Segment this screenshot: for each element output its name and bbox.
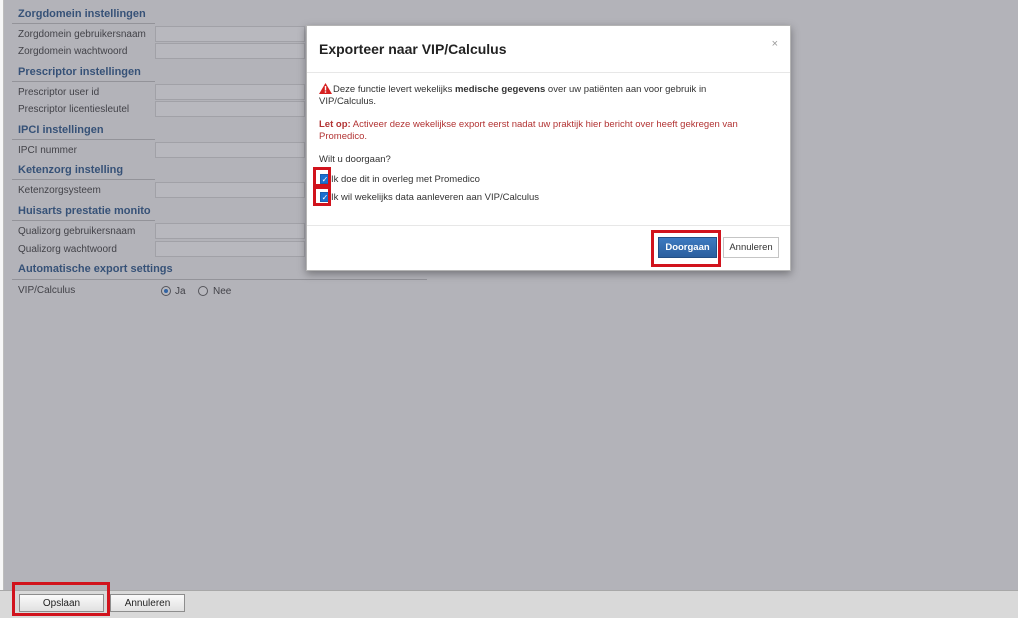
checkbox2-highlight	[313, 186, 331, 206]
modal-title: Exporteer naar VIP/Calculus	[319, 41, 507, 57]
note-text: Let op: Activeer deze wekelijkse export …	[319, 119, 774, 143]
consult-promedico-label: Ik doe dit in overleg met Promedico	[331, 174, 480, 185]
note-label: Let op:	[319, 119, 351, 130]
confirm-question: Wilt u doorgaan?	[319, 154, 391, 165]
close-icon[interactable]: ×	[772, 38, 778, 50]
warning-text-pre: Deze functie levert wekelijks	[333, 84, 455, 95]
modal-cancel-button[interactable]: Annuleren	[723, 237, 779, 258]
save-button-highlight	[12, 582, 110, 616]
warning-text: Deze functie levert wekelijks medische g…	[319, 84, 764, 108]
modal-footer-divider	[307, 225, 790, 226]
modal-header-divider	[307, 72, 790, 73]
note-body: Activeer deze wekelijkse export eerst na…	[319, 119, 738, 142]
continue-button-highlight	[651, 230, 721, 267]
warning-text-bold: medische gegevens	[454, 84, 546, 95]
cancel-button[interactable]: Annuleren	[110, 594, 185, 612]
checkbox1-highlight	[313, 167, 331, 187]
footer-bar: Opslaan Annuleren	[0, 590, 1018, 618]
weekly-data-label: Ik wil wekelijks data aanleveren aan VIP…	[331, 192, 540, 203]
